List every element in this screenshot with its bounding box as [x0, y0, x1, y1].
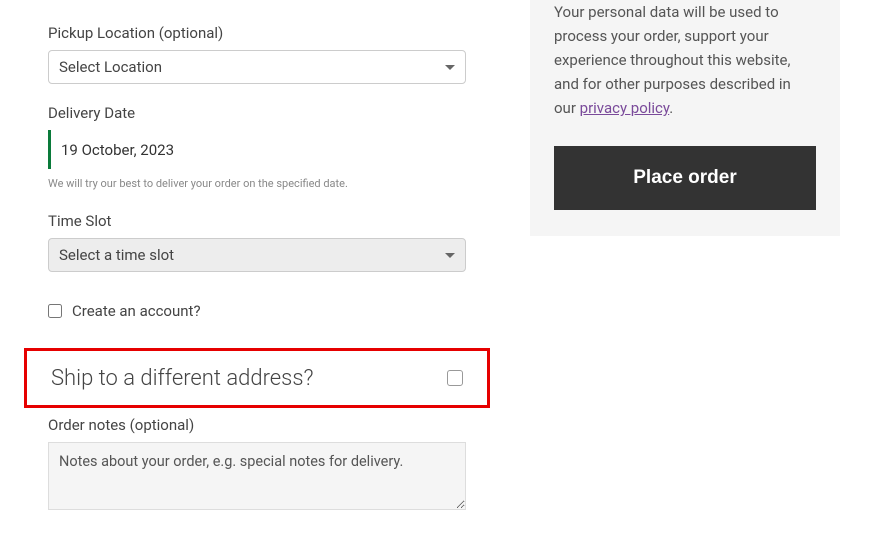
delivery-date-value: 19 October, 2023 [61, 141, 174, 159]
pickup-location-label: Pickup Location (optional) [48, 24, 466, 42]
pickup-location-select[interactable]: Select Location [48, 50, 466, 84]
create-account-checkbox[interactable] [48, 304, 62, 318]
place-order-button[interactable]: Place order [554, 146, 816, 210]
chevron-down-icon [445, 253, 455, 258]
timeslot-label: Time Slot [48, 212, 466, 230]
ship-different-checkbox[interactable] [447, 370, 463, 386]
ship-different-address-section: Ship to a different address? [24, 348, 490, 408]
delivery-date-field[interactable]: 19 October, 2023 [48, 130, 466, 169]
privacy-text-after: . [669, 99, 673, 117]
privacy-policy-link[interactable]: privacy policy [580, 99, 670, 117]
order-notes-textarea[interactable] [48, 442, 466, 510]
chevron-down-icon [445, 65, 455, 70]
timeslot-select[interactable]: Select a time slot [48, 238, 466, 272]
timeslot-value: Select a time slot [59, 246, 445, 264]
create-account-label[interactable]: Create an account? [72, 302, 201, 320]
ship-different-title: Ship to a different address? [51, 366, 313, 391]
pickup-location-value: Select Location [59, 58, 445, 76]
order-notes-label: Order notes (optional) [48, 416, 466, 434]
order-summary-panel: Your personal data will be used to proce… [530, 0, 840, 236]
privacy-notice: Your personal data will be used to proce… [554, 0, 816, 120]
delivery-date-label: Delivery Date [48, 104, 466, 122]
delivery-date-hint: We will try our best to deliver your ord… [48, 177, 466, 190]
